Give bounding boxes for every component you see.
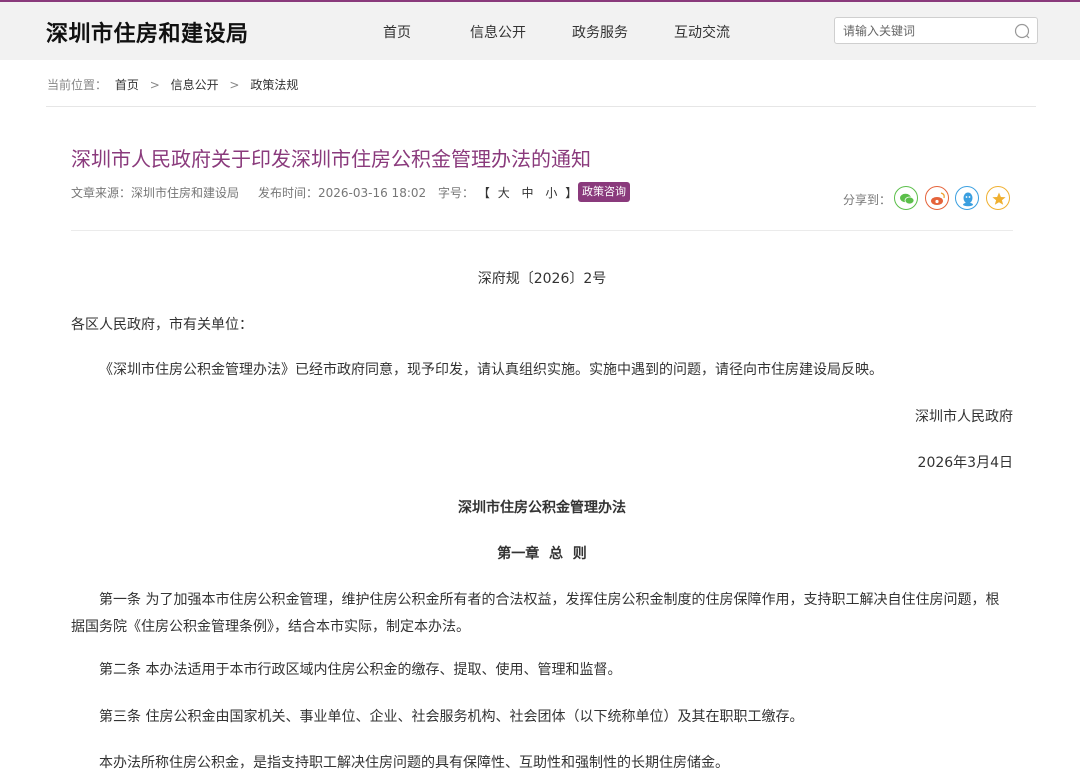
breadcrumb-separator: > xyxy=(149,78,160,92)
search-icon[interactable] xyxy=(1014,23,1030,39)
breadcrumb: 当前位置： 首页 > 信息公开 > 政策法规 xyxy=(47,76,298,93)
nav-home[interactable]: 首页 xyxy=(383,22,411,42)
font-size-bracket-close: 】 xyxy=(565,186,578,200)
font-size-control: 字号： 【 大 中 小 】 xyxy=(438,184,577,201)
wechat-icon xyxy=(900,193,915,205)
article-clause-3: 第三条 住房公积金由国家机关、事业单位、企业、社会服务机构、社会团体（以下统称单… xyxy=(99,709,804,725)
document-title: 深圳市住房公积金管理办法 xyxy=(458,500,626,516)
font-size-large-button[interactable]: 大 xyxy=(498,186,510,200)
site-header: 深圳市住房和建设局 首页 信息公开 政务服务 互动交流 xyxy=(0,2,1080,60)
nav-info-disclosure[interactable]: 信息公开 xyxy=(470,22,526,42)
salutation: 各区人民政府，市有关单位： xyxy=(71,317,253,333)
article-clause-2: 第二条 本办法适用于本市行政区域内住房公积金的缴存、提取、使用、管理和监督。 xyxy=(99,662,622,678)
wechat-share-button[interactable] xyxy=(894,186,918,210)
article-clause-3-note: 本办法所称住房公积金，是指支持职工解决住房问题的具有保障性、互助性和强制性的长期… xyxy=(99,755,729,771)
article-clause-1: 第一条 为了加强本市住房公积金管理，维护住房公积金所有者的合法权益，发挥住房公积… xyxy=(71,592,1000,635)
article-header-divider xyxy=(71,230,1013,231)
breadcrumb-info-disclosure[interactable]: 信息公开 xyxy=(171,76,219,93)
font-size-small-button[interactable]: 小 xyxy=(545,186,557,200)
font-size-medium-button[interactable]: 中 xyxy=(522,186,534,200)
issue-date: 2026年3月4日 xyxy=(917,455,1013,471)
notice-paragraph: 《深圳市住房公积金管理办法》已经市政府同意，现予印发，请认真组织实施。实施中遇到… xyxy=(99,362,883,378)
qq-icon xyxy=(963,192,973,207)
font-size-label: 字号： xyxy=(438,186,475,200)
search-input[interactable] xyxy=(843,22,1013,40)
breadcrumb-divider xyxy=(46,106,1036,107)
breadcrumb-label: 当前位置： xyxy=(47,78,108,92)
nav-interaction[interactable]: 互动交流 xyxy=(674,22,730,42)
favorite-share-button[interactable] xyxy=(986,186,1010,210)
category-badge[interactable]: 政策咨询 xyxy=(578,182,630,202)
article-publish-time: 发布时间：2026-03-16 18:02 xyxy=(258,186,427,200)
article-source: 文章来源：深圳市住房和建设局 xyxy=(71,186,240,200)
share-label: 分享到： xyxy=(843,193,892,207)
issuer: 深圳市人民政府 xyxy=(915,409,1013,425)
breadcrumb-home[interactable]: 首页 xyxy=(115,76,139,93)
weibo-share-button[interactable] xyxy=(925,186,949,210)
favorite-icon xyxy=(992,192,1006,205)
qq-share-button[interactable] xyxy=(955,186,979,210)
document-number: 深府规〔2026〕2号 xyxy=(477,271,607,287)
breadcrumb-separator: > xyxy=(229,78,240,92)
search-box xyxy=(834,17,1038,44)
article-title: 深圳市人民政府关于印发深圳市住房公积金管理办法的通知 xyxy=(71,147,591,171)
weibo-icon xyxy=(931,192,945,205)
font-size-bracket-open: 【 xyxy=(477,186,490,200)
site-title[interactable]: 深圳市住房和建设局 xyxy=(46,16,249,48)
chapter-heading: 第一章 总 则 xyxy=(497,546,587,562)
nav-government-services[interactable]: 政务服务 xyxy=(572,22,628,42)
breadcrumb-policies[interactable]: 政策法规 xyxy=(250,76,298,93)
